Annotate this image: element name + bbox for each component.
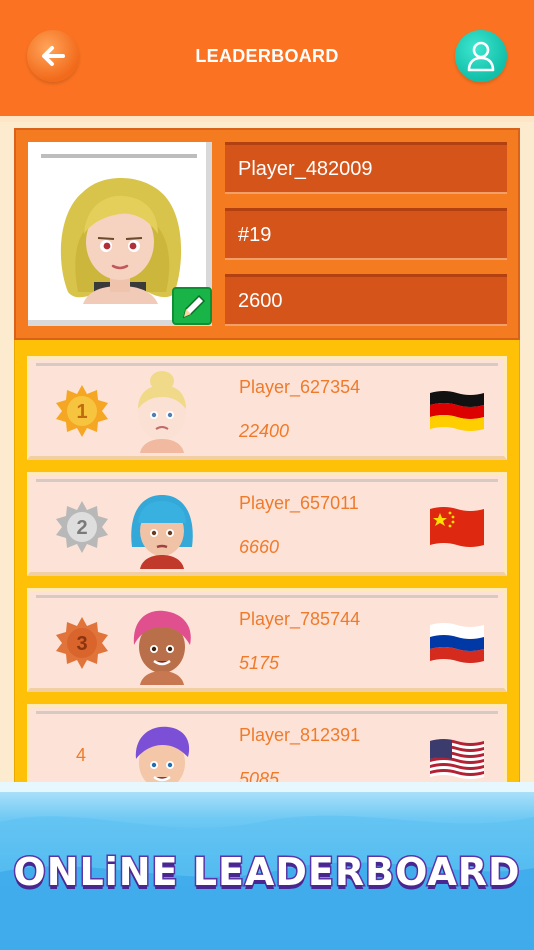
medal-rank-label: 3: [76, 633, 87, 655]
blue-hair-avatar-icon: [131, 495, 193, 569]
gold-medal-icon: 1: [56, 385, 108, 437]
page-title: LEADERBOARD: [195, 46, 339, 66]
my-name-field: Player_482009: [225, 142, 507, 194]
medal-rank-label: 1: [76, 401, 87, 423]
player-name: Player_812391: [239, 725, 361, 745]
leaderboard-row[interactable]: 3 Player_785744 5175: [27, 588, 507, 692]
profile-button[interactable]: [455, 30, 507, 82]
player-score: 5175: [239, 653, 280, 673]
silver-medal-icon: 2: [56, 501, 108, 553]
leaderboard-row[interactable]: 2 Player_657011 6660: [27, 472, 507, 576]
row-divider: [36, 479, 498, 482]
player-score: 22400: [239, 421, 290, 441]
player-score: 6660: [239, 537, 280, 557]
player-name: Player_785744: [239, 609, 361, 629]
germany-flag-icon: [430, 391, 484, 431]
edit-avatar-button[interactable]: [172, 287, 212, 325]
leaderboard-row[interactable]: 1 Player_627354 22400: [27, 356, 507, 460]
bronze-medal-icon: 3: [56, 617, 108, 669]
banner-title: ONLiNE LEADERBOARD: [12, 849, 521, 896]
russia-flag-icon: [430, 623, 484, 663]
promo-banner: ONLiNE LEADERBOARD: [0, 782, 534, 950]
my-score-field: 2600: [225, 274, 507, 326]
row-divider: [36, 595, 498, 598]
user-icon: [467, 41, 495, 72]
row-divider: [36, 363, 498, 366]
row-divider: [36, 711, 498, 714]
usa-flag-icon: [430, 739, 484, 779]
header-bar: LEADERBOARD: [0, 0, 534, 122]
pencil-icon: [182, 294, 206, 319]
my-rank-field: #19: [225, 208, 507, 260]
china-flag-icon: [430, 507, 484, 547]
rank-number: 4: [76, 745, 87, 765]
player-name: Player_627354: [239, 377, 361, 397]
blonde-bun-avatar-icon: [138, 371, 186, 453]
pink-hair-avatar-icon: [133, 610, 191, 685]
medal-rank-label: 2: [76, 517, 87, 539]
player-name: Player_657011: [239, 493, 359, 513]
